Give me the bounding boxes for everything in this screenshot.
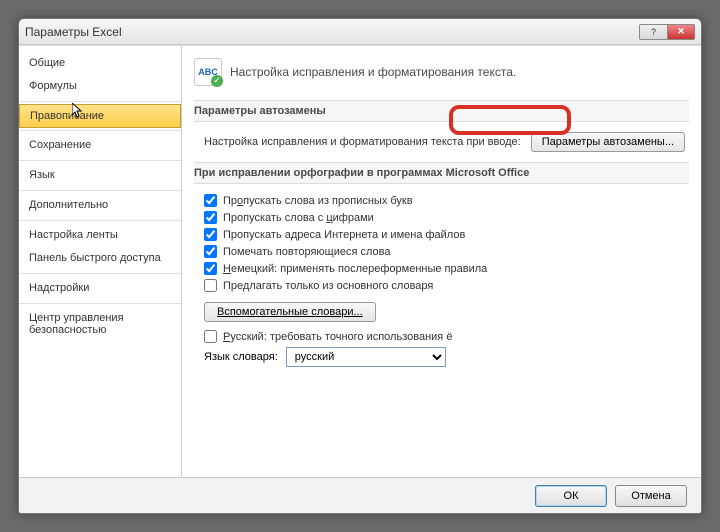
check-numbers-box[interactable]	[204, 211, 217, 224]
check-numbers[interactable]: Пропускать слова с цифрами	[204, 211, 689, 224]
check-internet-label: Пропускать адреса Интернета и имена файл…	[223, 229, 465, 241]
check-uppercase[interactable]: Пропускать слова из прописных букв	[204, 194, 689, 207]
check-german-label: Немецкий: применять послереформенные пра…	[223, 263, 487, 275]
check-russian-yo-box[interactable]	[204, 330, 217, 343]
autocorrect-row-label: Настройка исправления и форматирования т…	[204, 136, 521, 148]
help-button[interactable]: ?	[639, 24, 667, 40]
proofing-icon: ABC	[194, 58, 222, 86]
check-german[interactable]: Немецкий: применять послереформенные пра…	[204, 262, 689, 275]
sidebar: Общие Формулы Правописание Сохранение Яз…	[19, 46, 182, 477]
check-uppercase-box[interactable]	[204, 194, 217, 207]
check-repeated-box[interactable]	[204, 245, 217, 258]
check-internet-box[interactable]	[204, 228, 217, 241]
sidebar-item-proofing[interactable]: Правописание	[19, 104, 181, 128]
check-russian-yo-label: Русский: требовать точного использования…	[223, 331, 452, 343]
close-button[interactable]: ✕	[667, 24, 695, 40]
check-numbers-label: Пропускать слова с цифрами	[223, 212, 374, 224]
sidebar-item-save[interactable]: Сохранение	[19, 134, 181, 157]
check-german-box[interactable]	[204, 262, 217, 275]
check-repeated-label: Помечать повторяющиеся слова	[223, 246, 391, 258]
section-autocorrect-header: Параметры автозамены	[194, 100, 689, 122]
check-main-dict-box[interactable]	[204, 279, 217, 292]
check-internet[interactable]: Пропускать адреса Интернета и имена файл…	[204, 228, 689, 241]
check-main-dict-label: Предлагать только из основного словаря	[223, 280, 433, 292]
cursor-icon	[72, 103, 84, 119]
sidebar-item-trust-center[interactable]: Центр управления безопасностью	[19, 307, 181, 342]
dictionary-language-label: Язык словаря:	[204, 351, 278, 363]
cancel-button[interactable]: Отмена	[615, 485, 687, 507]
titlebar[interactable]: Параметры Excel ? ✕	[19, 19, 701, 45]
sidebar-item-addins[interactable]: Надстройки	[19, 277, 181, 300]
content-pane: ABC Настройка исправления и форматирован…	[182, 46, 701, 477]
dialog-footer: ОК Отмена	[19, 477, 701, 513]
check-main-dict[interactable]: Предлагать только из основного словаря	[204, 279, 689, 292]
autocorrect-options-button[interactable]: Параметры автозамены...	[531, 132, 685, 152]
sidebar-item-language[interactable]: Язык	[19, 164, 181, 187]
window-title: Параметры Excel	[25, 25, 639, 39]
sidebar-item-formulas[interactable]: Формулы	[19, 75, 181, 98]
custom-dictionaries-button[interactable]: Вспомогательные словари...	[204, 302, 376, 322]
dictionary-language-select[interactable]: русский	[286, 347, 446, 367]
page-title: Настройка исправления и форматирования т…	[230, 65, 516, 79]
section-spelling-header: При исправлении орфографии в программах …	[194, 162, 689, 184]
spelling-options: Пропускать слова из прописных букв Пропу…	[194, 194, 689, 367]
ok-button[interactable]: ОК	[535, 485, 607, 507]
sidebar-item-general[interactable]: Общие	[19, 52, 181, 75]
check-russian-yo[interactable]: Русский: требовать точного использования…	[204, 330, 689, 343]
excel-options-dialog: Параметры Excel ? ✕ Общие Формулы Правоп…	[18, 18, 702, 514]
check-repeated[interactable]: Помечать повторяющиеся слова	[204, 245, 689, 258]
sidebar-item-customize-ribbon[interactable]: Настройка ленты	[19, 224, 181, 247]
sidebar-item-advanced[interactable]: Дополнительно	[19, 194, 181, 217]
sidebar-item-quick-access[interactable]: Панель быстрого доступа	[19, 247, 181, 270]
check-uppercase-label: Пропускать слова из прописных букв	[223, 195, 413, 207]
